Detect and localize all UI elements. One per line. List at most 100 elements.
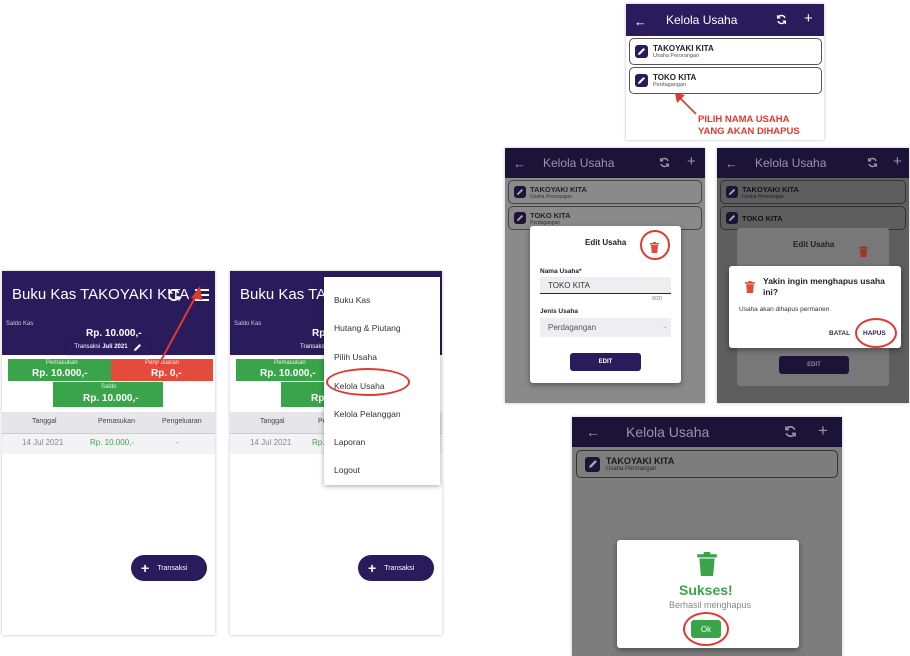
back-arrow-icon[interactable]: ←: [634, 14, 647, 29]
usaha-card-toko[interactable]: TOKO KITA Perdagangan: [629, 67, 822, 94]
back-arrow-icon[interactable]: ←: [725, 156, 738, 171]
pemasukan-value: Rp. 10.000,-: [32, 368, 88, 379]
edit-pencil-icon: [726, 186, 738, 198]
nama-usaha-label: Nama Usaha*: [540, 268, 582, 275]
usaha-type: Usaha Perorangan: [606, 466, 657, 472]
screen-sukses: ← Kelola Usaha + TAKOYAKI KITA Usaha Per…: [572, 417, 842, 656]
edit-pencil-icon: [635, 74, 648, 87]
saldo-kas-value: Rp. 10.000,-: [86, 328, 142, 339]
screen-confirm-hapus: ← Kelola Usaha + TAKOYAKI KITA Usaha Per…: [717, 148, 909, 403]
cell-tanggal: 14 Jul 2021: [22, 438, 64, 447]
add-icon[interactable]: +: [804, 10, 813, 27]
jenis-usaha-select[interactable]: Perdagangan ⌄: [540, 318, 671, 337]
nama-usaha-input[interactable]: TOKO KITA: [540, 277, 671, 294]
menu-item-logout[interactable]: Logout: [334, 465, 360, 475]
saldo-value: Rp. 10.000,-: [83, 393, 139, 404]
table-row[interactable]: 14 Jul 2021 Rp. 10.000,- -: [2, 434, 215, 454]
confirm-title: Yakin ingin menghapus usaha ini?: [763, 276, 885, 297]
pemasukan-label: Pemasukan: [274, 360, 306, 366]
page-title: Kelola Usaha: [626, 424, 710, 440]
col-pengeluaran: Pengeluaran: [162, 418, 202, 425]
refresh-icon[interactable]: [784, 425, 797, 438]
success-title: Sukses!: [679, 582, 733, 598]
transaksi-prefix: Transaksi: [300, 344, 326, 350]
cell-tanggal: 14 Jul 2021: [250, 438, 292, 447]
app-bar: ← Kelola Usaha +: [572, 417, 842, 447]
char-counter: 9/20: [652, 296, 662, 302]
highlight-ring-ok: [683, 612, 729, 646]
add-transaksi-button[interactable]: + Transaksi: [131, 555, 207, 581]
saldo-label: Saldo: [101, 384, 117, 390]
usaha-type: Perdagangan: [653, 82, 687, 88]
page-title: Kelola Usaha: [543, 156, 615, 170]
col-tanggal: Tanggal: [32, 418, 57, 425]
back-arrow-icon[interactable]: ←: [513, 156, 526, 171]
edit-pencil-icon: [726, 212, 738, 224]
app-bar: ← Kelola Usaha +: [505, 148, 705, 178]
success-dialog: Sukses! Berhasil menghapus Ok: [617, 540, 799, 648]
usaha-name: TAKOYAKI KITA: [606, 456, 675, 466]
annotation-text-line2: YANG AKAN DIHAPUS: [698, 126, 800, 137]
confirm-delete-dialog: Yakin ingin menghapus usaha ini? Usaha a…: [729, 266, 901, 348]
usaha-name: TOKO KITA: [530, 210, 571, 220]
annotation-text-line1: PILIH NAMA USAHA: [698, 114, 790, 125]
edit-pencil-icon: [585, 456, 600, 472]
jenis-usaha-label: Jenis Usaha: [540, 308, 578, 315]
pemasukan-label: Pemasukan: [46, 360, 78, 366]
add-icon[interactable]: +: [687, 153, 696, 170]
cell-pemasukan: Rp. 10.000,-: [90, 438, 135, 447]
usaha-card-takoyaki[interactable]: TAKOYAKI KITA Usaha Perorangan: [508, 180, 702, 204]
warning-trash-icon: [745, 280, 755, 298]
transaksi-month: Juli 2021: [102, 344, 128, 350]
edit-pencil-icon: [514, 212, 526, 224]
annotation-arrow-menu: [157, 286, 202, 367]
add-transaksi-button[interactable]: + Transaksi: [358, 555, 434, 581]
success-message: Berhasil menghapus: [669, 600, 752, 610]
back-arrow-icon[interactable]: ←: [586, 424, 600, 440]
pencil-icon: [133, 343, 142, 352]
table-header: Tanggal Pemasukan Pengeluaran: [2, 412, 215, 434]
saldo-kas-label: Saldo Kas: [6, 321, 34, 327]
dialog-title: Edit Usaha: [585, 238, 627, 247]
saldo-kas-label: Saldo Kas: [234, 321, 262, 327]
screen-kelola-usaha: ← Kelola Usaha + TAKOYAKI KITA Usaha Per…: [626, 4, 824, 140]
usaha-name: TAKOYAKI KITA: [530, 184, 587, 194]
usaha-card-takoyaki[interactable]: TAKOYAKI KITA Usaha Perorangan: [576, 450, 838, 478]
edit-pencil-icon: [635, 45, 648, 58]
menu-item-buku-kas[interactable]: Buku Kas: [334, 295, 370, 305]
usaha-type: Usaha Perorangan: [742, 193, 784, 200]
page-title: Kelola Usaha: [755, 156, 827, 170]
edit-button-behind: EDIT: [779, 356, 849, 374]
add-icon[interactable]: +: [893, 153, 902, 170]
highlight-ring-delete: [640, 230, 670, 260]
transaksi-month-button[interactable]: Transaksi Juli 2021: [66, 339, 150, 355]
usaha-card-takoyaki[interactable]: TAKOYAKI KITA Usaha Perorangan: [629, 38, 822, 65]
batal-button[interactable]: BATAL: [829, 330, 850, 337]
cell-pemasukan: Rp.: [312, 438, 325, 447]
trash-icon: [697, 552, 717, 581]
menu-item-hutang-piutang[interactable]: Hutang & Piutang: [334, 323, 401, 333]
plus-icon: +: [368, 560, 377, 576]
usaha-card-takoyaki[interactable]: TAKOYAKI KITA Usaha Perorangan: [720, 180, 906, 204]
chevron-down-icon: ⌄: [662, 323, 668, 330]
usaha-name: TOKO KITA: [742, 213, 783, 223]
confirm-message: Usaha akan dihapus permanen: [739, 306, 830, 313]
jenis-usaha-value: Perdagangan: [548, 323, 597, 332]
cell-pengeluaran: -: [176, 438, 179, 447]
app-bar: ← Kelola Usaha +: [717, 148, 909, 178]
pemasukan-value: Rp. 10.000,-: [260, 368, 316, 379]
highlight-ring-hapus: [855, 318, 897, 348]
col-pemasukan: Pemasukan: [98, 418, 135, 425]
menu-item-laporan[interactable]: Laporan: [334, 437, 365, 447]
refresh-icon[interactable]: [776, 14, 787, 25]
edit-button[interactable]: EDIT: [570, 353, 641, 371]
screen-edit-usaha: ← Kelola Usaha + TAKOYAKI KITA Usaha Per…: [505, 148, 705, 403]
add-icon[interactable]: +: [818, 421, 828, 441]
menu-item-kelola-pelanggan[interactable]: Kelola Pelanggan: [334, 409, 401, 419]
menu-item-pilih-usaha[interactable]: Pilih Usaha: [334, 352, 377, 362]
usaha-name: TOKO KITA: [653, 73, 697, 82]
page-title: Kelola Usaha: [666, 13, 738, 27]
refresh-icon[interactable]: [867, 157, 878, 168]
refresh-icon[interactable]: [659, 157, 670, 168]
usaha-card-toko[interactable]: TOKO KITA: [720, 206, 906, 230]
